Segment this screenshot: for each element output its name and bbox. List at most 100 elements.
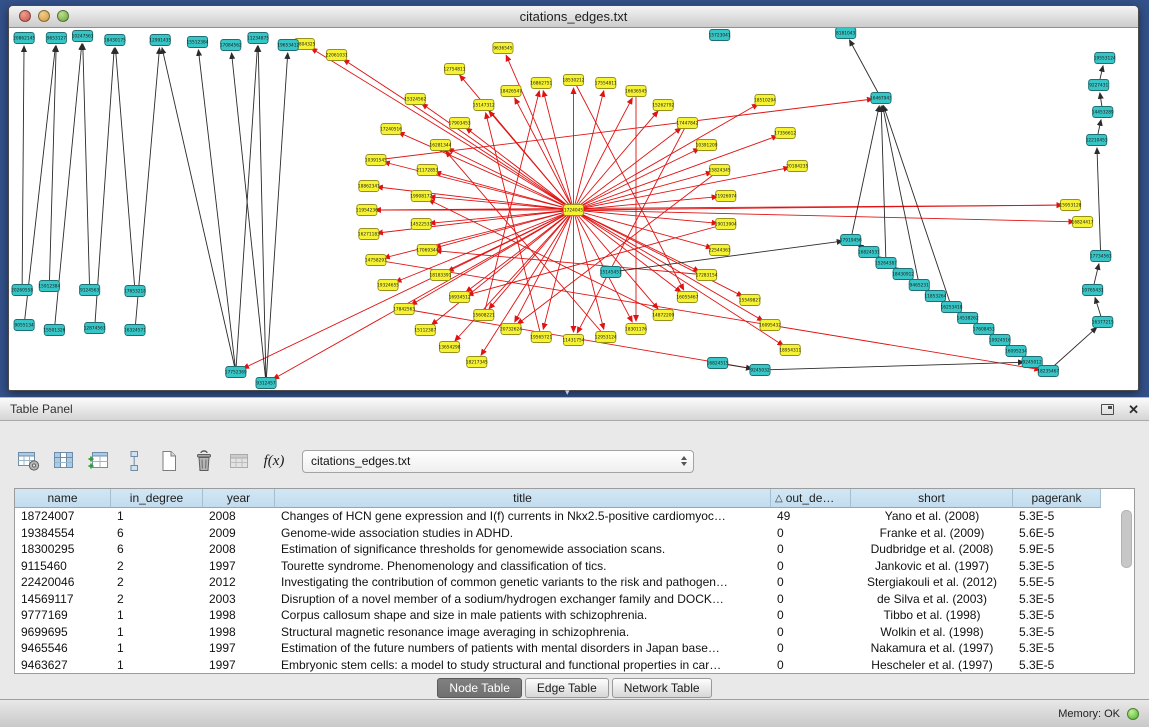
graph-edge[interactable] <box>236 46 258 372</box>
graph-edge[interactable] <box>367 205 1063 210</box>
panel-splitter-handle[interactable]: ▾ <box>565 388 570 397</box>
column-header-in-degree[interactable]: in_degree <box>111 489 203 508</box>
graph-node[interactable]: 17903453 <box>449 118 471 129</box>
graph-node[interactable]: 19013904 <box>715 219 737 230</box>
graph-node[interactable]: 12953124 <box>595 332 617 343</box>
graph-node[interactable]: 9227431 <box>1089 80 1109 91</box>
table-vertical-scrollbar[interactable] <box>1121 510 1132 568</box>
graph-node[interactable]: 10247563 <box>72 31 94 42</box>
graph-node[interactable]: 1724045 <box>563 205 583 216</box>
graph-edge[interactable] <box>1097 148 1101 256</box>
delete-columns-button[interactable] <box>189 448 219 475</box>
graph-edge[interactable] <box>574 128 682 210</box>
graph-node[interactable]: 18217345 <box>466 357 488 368</box>
graph-node[interactable]: 15147312 <box>473 100 495 111</box>
graph-node[interactable]: 16636545 <box>625 86 647 97</box>
graph-node[interactable]: 10391209 <box>696 140 718 151</box>
column-header-name[interactable]: name <box>15 489 111 508</box>
graph-edge[interactable] <box>266 53 288 383</box>
graph-edge[interactable] <box>881 106 886 263</box>
graph-edge[interactable] <box>384 210 574 258</box>
graph-node[interactable]: 16095234 <box>1005 346 1027 357</box>
graph-node[interactable]: 9124563 <box>80 285 100 296</box>
graph-edge[interactable] <box>1048 327 1096 371</box>
graph-node[interactable]: 13654298 <box>439 342 461 353</box>
graph-node[interactable]: 11954236 <box>356 205 378 216</box>
graph-node[interactable]: 21172853 <box>416 165 438 176</box>
graph-edge[interactable] <box>243 210 573 369</box>
graph-node[interactable]: 18954311 <box>779 345 801 356</box>
graph-node[interactable]: 16934512 <box>449 292 471 303</box>
graph-node[interactable]: 8181043 <box>836 28 856 39</box>
new-table-button[interactable] <box>154 448 184 475</box>
row-tools-button[interactable] <box>119 448 149 475</box>
graph-node[interactable]: 10765431 <box>1082 285 1104 296</box>
show-columns-button[interactable] <box>49 448 79 475</box>
graph-node[interactable]: 19653412 <box>277 40 299 51</box>
graph-node[interactable]: 20184235 <box>786 161 808 172</box>
graph-node[interactable]: 18530212 <box>563 75 585 86</box>
graph-node[interactable]: 18301176 <box>625 324 647 335</box>
graph-node[interactable]: 19553124 <box>1094 53 1116 64</box>
graph-node[interactable]: 14522531 <box>410 219 432 230</box>
graph-node[interactable]: 17240516 <box>380 124 402 135</box>
graph-edge[interactable] <box>435 251 706 275</box>
graph-node[interactable]: 18862341 <box>358 181 380 192</box>
graph-edge[interactable] <box>22 46 24 290</box>
graph-node[interactable]: 15723041 <box>709 30 731 41</box>
graph-node[interactable]: 15262792 <box>652 100 674 111</box>
graph-node[interactable]: 17447842 <box>676 118 698 129</box>
graph-node[interactable]: 9636545 <box>493 43 513 54</box>
graph-edge[interactable] <box>83 44 90 290</box>
graph-node[interactable]: 16824515 <box>707 358 729 369</box>
graph-node[interactable]: 16467943 <box>870 93 892 104</box>
window-titlebar[interactable]: citations_edges.txt <box>9 6 1138 28</box>
table-row[interactable]: 1872400712008Changes of HCN gene express… <box>15 508 1134 525</box>
graph-node[interactable]: 18510294 <box>754 95 776 106</box>
import-table-button[interactable] <box>224 448 254 475</box>
graph-node[interactable]: 14872209 <box>652 310 674 321</box>
table-row[interactable]: 969969511998Structural magnetic resonanc… <box>15 624 1134 641</box>
table-row[interactable]: 1938455462009Genome-wide association stu… <box>15 525 1134 542</box>
graph-edge[interactable] <box>162 48 236 372</box>
graph-node[interactable]: 15501326 <box>43 325 65 336</box>
graph-node[interactable]: 9465231 <box>909 280 929 291</box>
graph-node[interactable]: 19908172 <box>410 191 432 202</box>
graph-node[interactable]: 15953128 <box>1059 200 1081 211</box>
graph-node[interactable]: 14453289 <box>1092 107 1114 118</box>
graph-edge[interactable] <box>49 46 56 286</box>
graph-node[interactable]: 17554811 <box>595 78 617 89</box>
graph-node[interactable]: 18235467 <box>1037 366 1059 377</box>
graph-edge[interactable] <box>232 53 266 383</box>
graph-node[interactable]: 17283154 <box>696 270 718 281</box>
edit-columns-button[interactable] <box>84 448 114 475</box>
graph-node[interactable]: 16824531 <box>858 247 880 258</box>
graph-edge[interactable] <box>574 172 712 210</box>
graph-edge[interactable] <box>851 106 880 240</box>
graph-node[interactable]: 19324655 <box>377 280 399 291</box>
graph-edge[interactable] <box>384 162 574 210</box>
graph-node[interactable]: 17653218 <box>124 286 146 297</box>
graph-node[interactable]: 21926974 <box>715 191 737 202</box>
column-header-title[interactable]: title <box>275 489 771 508</box>
graph-node[interactable]: 17752369 <box>225 367 247 378</box>
graph-node[interactable]: 16862751 <box>530 78 552 89</box>
column-header-out-degree[interactable]: △ out_de… <box>771 489 851 508</box>
graph-node[interactable]: 10924516 <box>989 335 1011 346</box>
graph-edge[interactable] <box>258 46 266 383</box>
graph-edge[interactable] <box>574 210 1075 222</box>
table-selector-dropdown[interactable]: citations_edges.txt <box>302 450 694 473</box>
network-canvas[interactable]: 1724045185302121755481116636545152627921… <box>9 28 1138 390</box>
graph-edge[interactable] <box>760 362 1024 370</box>
graph-edge[interactable] <box>574 168 790 210</box>
graph-node[interactable]: 11234875 <box>247 33 269 44</box>
graph-node[interactable]: 15824345 <box>709 165 731 176</box>
graph-node[interactable]: 18183391 <box>429 270 451 281</box>
graph-node[interactable]: 15549827 <box>739 295 761 306</box>
graph-edge[interactable] <box>577 123 687 333</box>
graph-node[interactable]: 17069344 <box>416 245 438 256</box>
graph-edge[interactable] <box>467 224 725 295</box>
graph-node[interactable]: 19565721 <box>530 332 552 343</box>
graph-node[interactable]: 14538262 <box>957 313 979 324</box>
graph-node[interactable]: 15324562 <box>404 94 426 105</box>
